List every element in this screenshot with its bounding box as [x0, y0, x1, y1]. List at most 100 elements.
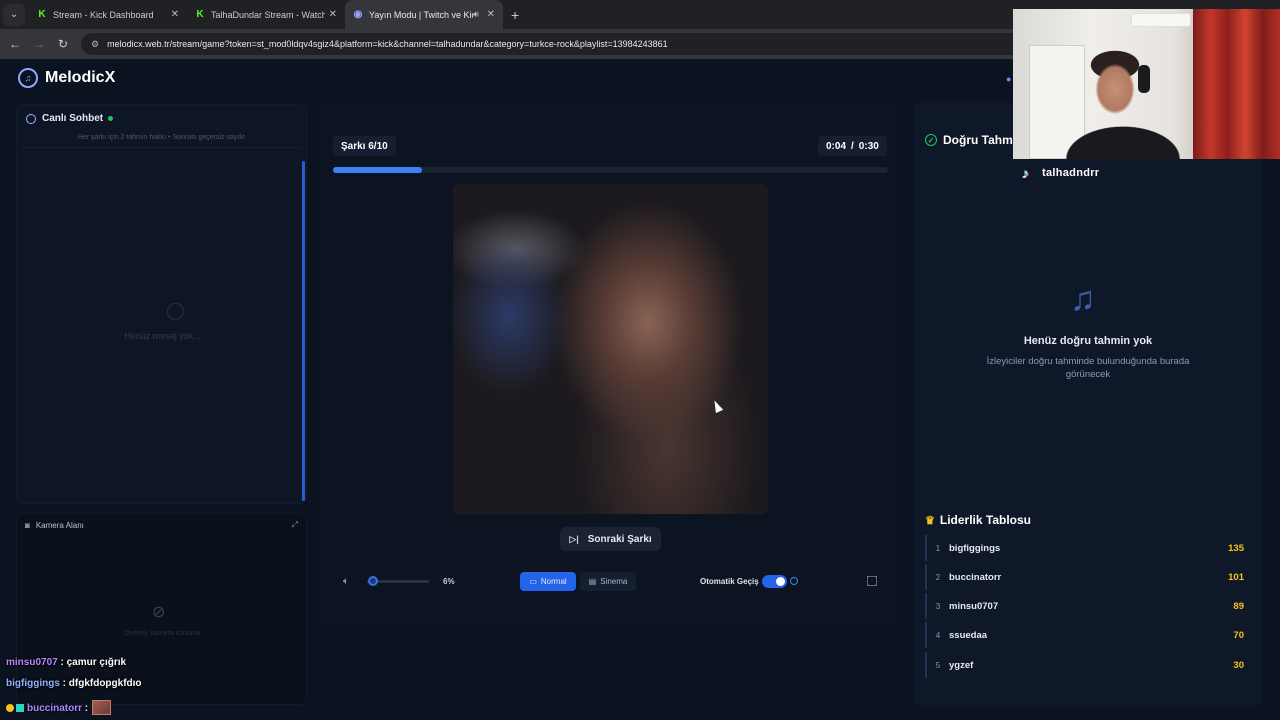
leaderboard-row: 2 buccinatorr 101 — [925, 564, 1251, 590]
webcam-person — [1053, 41, 1193, 159]
leaderboard-name: buccinatorr — [949, 571, 1002, 583]
album-art-blurred — [453, 184, 768, 514]
volume-slider-handle[interactable] — [368, 576, 378, 586]
speaker-icon[interactable]: 🔊︎ — [473, 9, 479, 20]
browser-tab[interactable]: K TalhaDundar Stream - Watch Li ✕ — [187, 0, 345, 29]
stream-chat-line: buccinatorr : — [6, 700, 112, 715]
camera-off-icon: ⊘ — [152, 604, 166, 621]
chat-username: minsu0707 — [6, 657, 58, 668]
kick-icon: K — [38, 9, 46, 20]
crown-icon: ♛ — [925, 514, 935, 527]
chat-message: çamur çığrık — [66, 657, 127, 668]
chat-rules: Her şarkı için 2 tahmin hakkı • Sonrası … — [21, 132, 302, 148]
expand-icon[interactable]: ⤢ — [292, 520, 298, 530]
streamer-webcam — [1013, 9, 1280, 159]
leaderboard-score: 30 — [1233, 659, 1244, 671]
camera-header: ◙ Kamera Alanı ⤢ — [17, 514, 306, 536]
leaderboard-title: Liderlik Tablosu — [939, 513, 1031, 527]
leaderboard-rank: 1 — [935, 543, 941, 553]
leaderboard-rank: 5 — [935, 660, 941, 670]
chat-empty-text: Henüz mesaj yok... — [124, 331, 201, 341]
auto-advance-toggle[interactable] — [762, 575, 787, 588]
camera-icon: ◙ — [25, 520, 30, 530]
user-icon[interactable]: ● — [1006, 74, 1011, 84]
progress-fill — [333, 167, 422, 173]
leaderboard-name: ssuedaa — [949, 629, 988, 641]
volume-icon[interactable]: 🔈︎ — [343, 570, 349, 592]
url-text: melodicx.web.tr/stream/game?token=st_mod… — [107, 39, 668, 49]
tab-search-button[interactable]: ⌄ — [3, 3, 25, 26]
webcam-ac-unit — [1131, 13, 1191, 27]
browser-tab[interactable]: K Stream - Kick Dashboard ✕ — [29, 0, 187, 29]
back-icon[interactable]: ← — [3, 37, 27, 51]
chat-username: bigfiggings — [6, 678, 60, 689]
tab-title: Yayın Modu | Twitch ve Kick — [369, 9, 473, 20]
music-note-icon: ♫ — [1070, 280, 1096, 318]
chat-scrollbar[interactable] — [302, 161, 305, 501]
leaderboard-rank: 2 — [935, 572, 941, 582]
track-counter: Şarkı 6/10 — [333, 136, 396, 156]
subscriber-badge-icon — [16, 704, 24, 712]
guesses-empty-title: Henüz doğru tahmin yok — [1023, 335, 1153, 347]
close-icon[interactable]: ✕ — [329, 9, 337, 20]
chat-separator: : — [57, 657, 67, 668]
camera-empty-text: Overlay kamera konumu — [124, 630, 201, 637]
app-name: MelodicX — [45, 69, 116, 86]
info-icon[interactable] — [790, 577, 798, 585]
leaderboard-name: minsu0707 — [949, 600, 999, 612]
stream-chat-line: bigfiggings : dfgkfdopgkfdıo — [6, 678, 142, 689]
skip-icon: ▷| — [569, 533, 579, 544]
mode-cinema-button[interactable]: ▤ Sinema — [580, 572, 636, 591]
time-total: 0:30 — [858, 140, 879, 152]
leaderboard-row: 3 minsu0707 89 — [925, 593, 1251, 619]
leaderboard-score: 70 — [1233, 629, 1244, 641]
chat-empty-icon — [167, 303, 184, 320]
browser-tab-active[interactable]: ◉ Yayın Modu | Twitch ve Kick 🔊︎ ✕ — [345, 0, 503, 29]
leaderboard-row: 5 ygzef 30 — [925, 652, 1251, 678]
new-tab-icon[interactable]: + — [511, 7, 519, 23]
webcam-headphones — [1138, 65, 1150, 93]
app-logo[interactable]: ♫ MelodicX — [18, 68, 115, 88]
time-separator: / — [851, 140, 854, 152]
fullscreen-icon[interactable] — [867, 576, 877, 586]
close-icon[interactable]: ✕ — [171, 9, 179, 20]
badge-icon — [6, 704, 14, 712]
emote-image — [92, 700, 112, 715]
leaderboard-name: ygzef — [949, 659, 974, 671]
melodicx-icon: ◉ — [353, 9, 363, 20]
time-current: 0:04 — [826, 140, 847, 152]
chat-header: Canlı Sohbet — [17, 105, 306, 132]
chat-separator: : — [59, 678, 69, 689]
reload-icon[interactable]: ↻ — [51, 37, 75, 51]
progress-bar[interactable] — [333, 167, 888, 173]
leaderboard-row: 1 bigfiggings 135 — [925, 535, 1251, 561]
webcam-curtain — [1193, 9, 1280, 159]
volume-percent: 6% — [443, 576, 455, 586]
live-dot-icon — [108, 116, 114, 121]
leaderboard-header: ♛ Liderlik Tablosu — [925, 513, 1031, 527]
mode-normal-button[interactable]: ▭ Normal — [520, 572, 576, 591]
leaderboard-score: 135 — [1228, 542, 1244, 554]
tiktok-icon: ♪ — [1022, 165, 1030, 181]
camera-title: Kamera Alanı — [35, 520, 84, 530]
film-icon: ▤ — [588, 577, 597, 586]
leaderboard-rank: 4 — [935, 630, 941, 640]
camera-area: ◙ Kamera Alanı ⤢ ⊘ Overlay kamera konumu — [16, 513, 307, 705]
tab-title: TalhaDundar Stream - Watch Li — [211, 9, 325, 20]
mode-normal-label: Normal — [540, 577, 567, 586]
leaderboard-row: 4 ssuedaa 70 — [925, 622, 1251, 648]
guesses-empty-subtitle: İzleyiciler doğru tahminde bulunduğunda … — [986, 356, 1190, 380]
leaderboard-score: 89 — [1233, 600, 1244, 612]
site-info-icon[interactable]: ⚙ — [91, 39, 99, 50]
mode-cinema-label: Sinema — [600, 577, 628, 586]
forward-icon[interactable]: → — [27, 37, 51, 51]
tab-title: Stream - Kick Dashboard — [53, 9, 154, 20]
leaderboard-rank: 3 — [935, 601, 941, 611]
close-icon[interactable]: ✕ — [487, 9, 495, 20]
chat-message: dfgkfdopgkfdıo — [68, 678, 142, 689]
check-circle-icon: ✓ — [925, 134, 937, 146]
tiktok-handle: ♪ talhadndrr — [1022, 165, 1099, 181]
headphones-icon: ♫ — [18, 68, 38, 88]
next-song-button[interactable]: ▷| Sonraki Şarkı — [560, 527, 661, 551]
guesses-title: Doğru Tahm — [943, 133, 1013, 147]
